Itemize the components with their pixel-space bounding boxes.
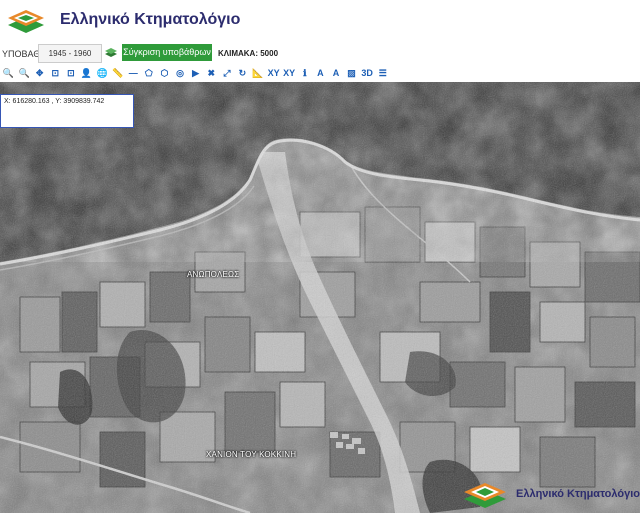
zoom-in-icon[interactable]: 🔍 — [2, 67, 15, 80]
text-icon[interactable]: A — [314, 67, 327, 80]
coordinates-box: X: 616280.163 , Y: 3909839.742 — [0, 94, 134, 128]
arrow-icon[interactable]: ▶ — [189, 67, 202, 80]
polygon-icon[interactable]: ⬠ — [142, 67, 155, 80]
measure-icon[interactable]: 📐 — [252, 67, 265, 80]
header: Ελληνικό Κτηματολόγιο — [0, 0, 640, 42]
zoom-out-icon[interactable]: 🔍 — [18, 67, 31, 80]
place-label: ΑΝΩΠΟΛΕΩΣ — [187, 270, 240, 279]
zoom-box-icon[interactable]: ⊡ — [49, 67, 62, 80]
xy-icon[interactable]: XY — [267, 67, 280, 80]
3d-icon[interactable]: 3D — [361, 67, 374, 80]
aerial-map[interactable] — [0, 82, 640, 513]
image-icon[interactable]: ▨ — [345, 67, 358, 80]
layers-icon[interactable] — [104, 46, 118, 58]
year-select[interactable]: 1945 - 1960 — [38, 44, 102, 63]
brand-title[interactable]: Ελληνικό Κτηματολόγιο — [60, 11, 240, 29]
refresh-icon[interactable]: ↻ — [236, 67, 249, 80]
locate-icon[interactable]: ◎ — [174, 67, 187, 80]
layers-list-icon[interactable]: ☰ — [376, 67, 389, 80]
user-icon[interactable]: 👤 — [80, 67, 93, 80]
label-icon[interactable]: A — [329, 67, 342, 80]
info-icon[interactable]: ℹ — [298, 67, 311, 80]
map-toolbar: 🔍 🔍 ✥ ⊡ ⊡ 👤 🌐 📏 — ⬠ ⬡ ◎ ▶ ✖ ⤢ ↻ 📐 XY XY ℹ A A ▨ 3D ☰ — [0, 64, 402, 83]
watermark-brand: Ελληνικό Κτηματολόγιο — [516, 488, 640, 500]
compare-basemaps-button[interactable]: Σύγκριση υποβάθρων — [122, 44, 212, 61]
scale-label: ΚΛΙΜΑΚΑ: 5000 — [218, 49, 279, 58]
line-icon[interactable]: — — [127, 67, 140, 80]
control-bar: ΥΠΟΒΑΘΡΟ: 1945 - 1960 Σύγκριση υποβάθρων… — [0, 42, 640, 64]
xy-point-icon[interactable]: XY — [283, 67, 296, 80]
expand-icon[interactable]: ⤢ — [220, 67, 233, 80]
ktimatologio-logo-icon — [8, 10, 44, 33]
watermark: Ελληνικό Κτηματολόγιο — [462, 478, 640, 513]
delete-icon[interactable]: ✖ — [205, 67, 218, 80]
full-extent-icon[interactable]: ⊡ — [64, 67, 77, 80]
shape-icon[interactable]: ⬡ — [158, 67, 171, 80]
ruler-icon[interactable]: 📏 — [111, 67, 124, 80]
globe-icon[interactable]: 🌐 — [96, 67, 109, 80]
aerial-image — [0, 82, 640, 513]
pan-icon[interactable]: ✥ — [33, 67, 46, 80]
place-label: ΧΑΝΙΟΝ ΤΟΥ ΚΟΚΚΙΝΗ — [206, 450, 297, 459]
ktimatologio-watermark-icon — [464, 483, 506, 508]
